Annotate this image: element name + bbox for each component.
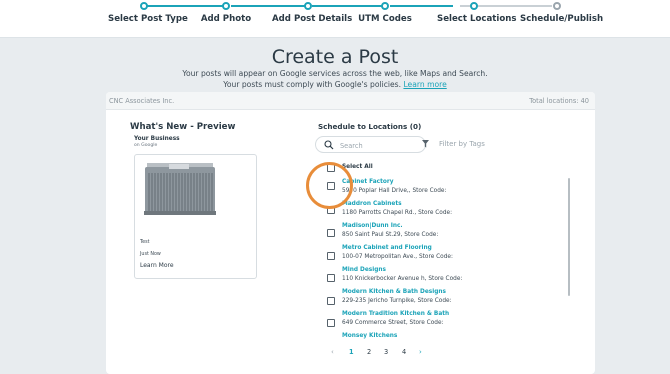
page-1-button[interactable]: 1 <box>349 348 354 356</box>
preview-title: What's New - Preview <box>130 122 236 132</box>
location-address: 1180 Parrotts Chapel Rd., Store Code: <box>342 210 453 216</box>
step-dot <box>553 2 561 10</box>
preview-cta: Learn More <box>140 262 174 269</box>
location-address: 5950 Poplar Hall Drive,, Store Code: <box>342 188 447 194</box>
post-panel: CNC Associates Inc. Total locations: 40 … <box>106 92 595 374</box>
preview-body-text: Test <box>140 240 150 245</box>
location-search-box[interactable] <box>315 136 426 153</box>
total-locations: Total locations: 40 <box>529 97 589 105</box>
step-label: Select Locations <box>437 14 517 24</box>
product-image <box>144 163 216 215</box>
location-address: 100-07 Metropolitan Ave., Store Code: <box>342 254 453 260</box>
step-dot <box>222 2 230 10</box>
organization-name: CNC Associates Inc. <box>109 97 175 105</box>
location-checkbox[interactable] <box>327 252 335 260</box>
progress-stepper: Select Post Type Add Photo Add Post Deta… <box>0 0 670 38</box>
next-page-button[interactable]: › <box>419 348 422 356</box>
location-checkbox[interactable] <box>327 297 335 305</box>
step-select-locations[interactable]: Select Locations <box>437 0 517 38</box>
location-name[interactable]: Maddron Cabinets <box>342 201 402 207</box>
step-label: Add Post Details <box>272 14 353 24</box>
location-address: 229-235 Jericho Turnpike, Store Code: <box>342 298 452 304</box>
step-select-post-type[interactable]: Select Post Type <box>108 0 188 38</box>
step-label: Schedule/Publish <box>520 14 604 24</box>
step-label: Add Photo <box>200 14 252 24</box>
preview-time-text: Just Now <box>140 252 161 257</box>
preview-card: Test Just Now Learn More <box>134 154 257 279</box>
page-subtitle: Your posts will appear on Google service… <box>182 69 488 78</box>
step-label: UTM Codes <box>358 14 412 24</box>
click-highlight <box>306 162 353 209</box>
page-4-button[interactable]: 4 <box>402 348 406 356</box>
location-address: 850 Saint Paul St.29, Store Code: <box>342 232 439 238</box>
location-name[interactable]: Modern Tradition Kitchen & Bath <box>342 311 449 317</box>
search-input[interactable] <box>340 141 420 150</box>
location-checkbox[interactable] <box>327 274 335 282</box>
step-dot <box>304 2 312 10</box>
filter-icon <box>422 140 429 148</box>
location-name[interactable]: Monsey Kitchens <box>342 333 397 339</box>
learn-more-link[interactable]: Learn more <box>403 80 446 89</box>
step-add-photo[interactable]: Add Photo <box>196 0 256 38</box>
search-icon <box>324 140 334 150</box>
location-checkbox[interactable] <box>327 229 335 237</box>
step-schedule-publish[interactable]: Schedule/Publish <box>520 0 604 38</box>
location-name[interactable]: Madison|Dunn Inc. <box>342 223 403 229</box>
location-address: 110 Knickerbocker Avenue h, Store Code: <box>342 276 463 282</box>
page-title: Create a Post <box>271 46 399 68</box>
preview-business-name: Your Business <box>134 136 180 142</box>
preview-business-sub: on Google <box>134 143 158 148</box>
step-add-post-details[interactable]: Add Post Details <box>272 0 353 38</box>
locations-scrollbar[interactable] <box>568 178 570 296</box>
policy-text: Your posts must comply with Google's pol… <box>223 80 402 89</box>
locations-title: Schedule to Locations (0) <box>318 122 422 131</box>
step-utm-codes[interactable]: UTM Codes <box>355 0 415 38</box>
policy-notice: Your posts must comply with Google's pol… <box>0 80 670 89</box>
filter-by-tags-input[interactable] <box>439 138 569 149</box>
step-dot <box>381 2 389 10</box>
page-2-button[interactable]: 2 <box>367 348 371 356</box>
prev-page-button[interactable]: ‹ <box>331 348 334 356</box>
location-address: 649 Commerce Street, Store Code: <box>342 320 444 326</box>
step-dot <box>140 2 148 10</box>
step-label: Select Post Type <box>108 14 188 24</box>
panel-header: CNC Associates Inc. Total locations: 40 <box>106 92 595 110</box>
location-name[interactable]: Metro Cabinet and Flooring <box>342 245 432 251</box>
location-name[interactable]: Mind Designs <box>342 267 386 273</box>
location-checkbox[interactable] <box>327 319 335 327</box>
location-name[interactable]: Modern Kitchen & Bath Designs <box>342 289 446 295</box>
page-3-button[interactable]: 3 <box>384 348 388 356</box>
step-dot <box>470 2 478 10</box>
